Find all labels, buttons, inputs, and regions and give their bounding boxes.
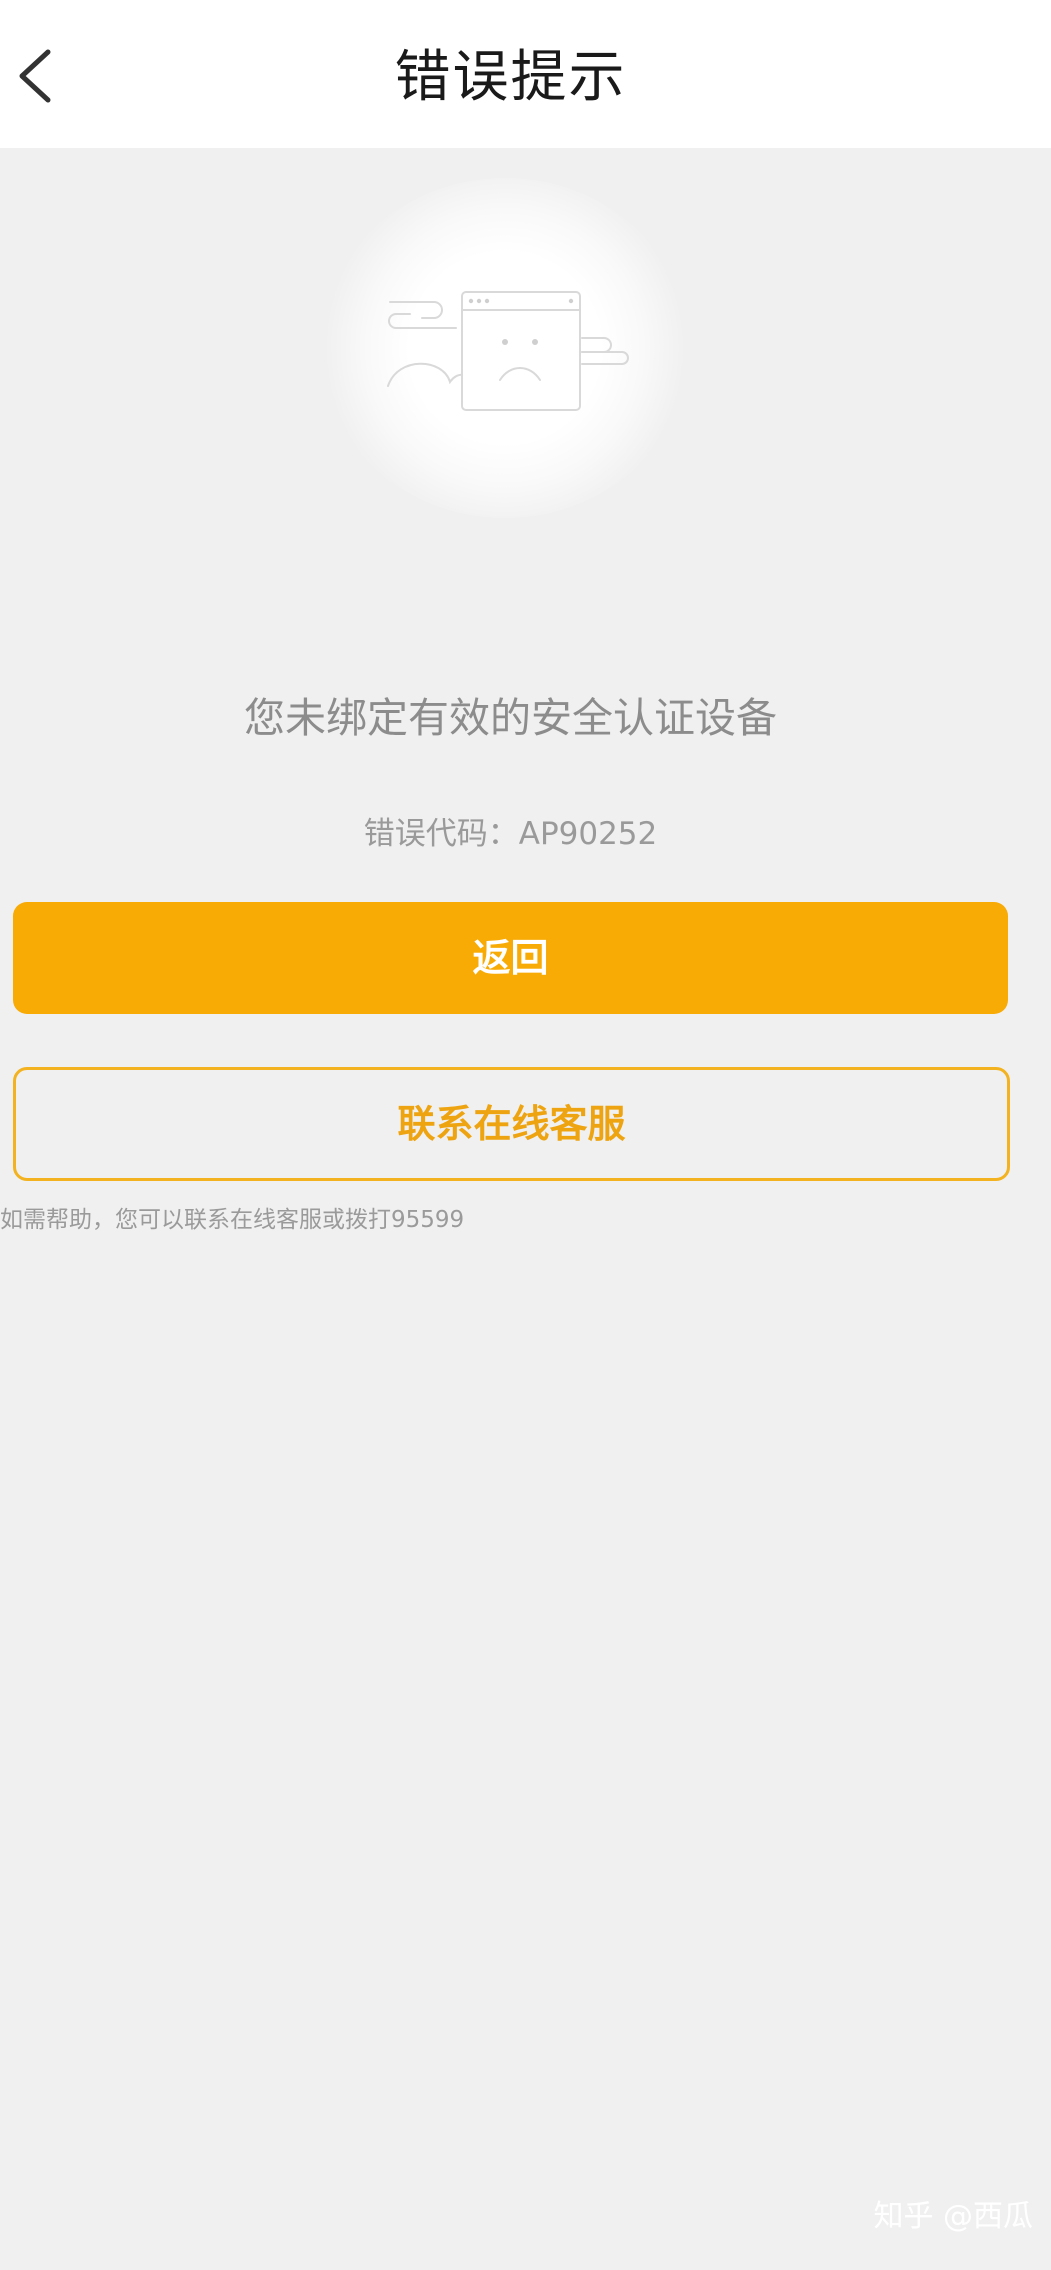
sad-browser-window-icon [387, 291, 629, 411]
header-bar: 错误提示 [0, 0, 1051, 148]
error-illustration [320, 178, 690, 518]
help-hint: 如需帮助，您可以联系在线客服或拨打95599 [0, 1200, 464, 1240]
error-code-row: 错误代码：AP90252 [0, 810, 1021, 858]
page-title: 错误提示 [394, 45, 627, 110]
help-hint-text: 如需帮助，您可以联系在线客服或拨打 [0, 1207, 391, 1233]
error-message: 您未绑定有效的安全认证设备 [244, 694, 777, 742]
contact-support-button[interactable]: 联系在线客服 [13, 1067, 1010, 1181]
error-code-label: 错误代码： [363, 816, 519, 852]
watermark: 知乎 @西瓜 [873, 2199, 1033, 2234]
error-code-value: AP90252 [518, 816, 658, 852]
hotline-number[interactable]: 95599 [391, 1207, 464, 1233]
return-button[interactable]: 返回 [13, 902, 1008, 1014]
